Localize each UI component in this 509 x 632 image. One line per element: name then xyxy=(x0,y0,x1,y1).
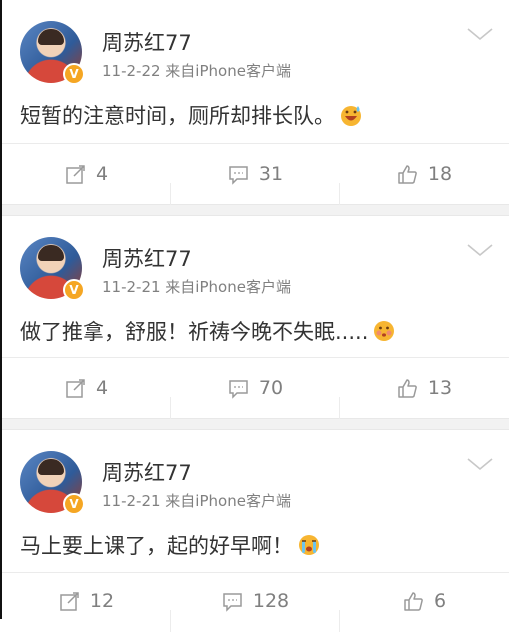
crying-emoji-icon xyxy=(299,535,319,555)
action-bar: 12 128 6 xyxy=(2,573,509,632)
thumbs-up-icon xyxy=(398,164,417,184)
like-count: 18 xyxy=(427,163,453,185)
post-text: 短暂的注意时间，厕所却排长队。 xyxy=(20,100,363,130)
post-body: V 周苏红77 11-2-22 来自iPhone客户端 短暂的注意时间，厕所却排… xyxy=(2,0,509,143)
blushing-emoji-icon xyxy=(374,321,395,341)
post-meta: 11-2-22 来自iPhone客户端 xyxy=(102,62,291,80)
author-name[interactable]: 周苏红77 xyxy=(102,243,192,273)
post-separator xyxy=(2,204,509,216)
repost-count: 4 xyxy=(95,163,109,185)
like-button[interactable]: 18 xyxy=(340,163,509,185)
like-button[interactable]: 6 xyxy=(340,590,509,612)
verified-badge-icon: V xyxy=(63,279,85,301)
comment-icon xyxy=(229,165,248,185)
verified-badge-icon: V xyxy=(63,63,85,85)
repost-button[interactable]: 12 xyxy=(2,590,171,632)
comment-icon xyxy=(223,592,242,612)
repost-button[interactable]: 4 xyxy=(2,163,171,205)
post-card[interactable]: V 周苏红77 11-2-22 来自iPhone客户端 短暂的注意时间，厕所却排… xyxy=(2,0,509,205)
post-text-content: 做了推拿，舒服！祈祷今晚不失眠..... xyxy=(20,320,369,344)
repost-icon xyxy=(66,378,85,398)
post-body: V 周苏红77 11-2-21 来自iPhone客户端 做了推拿，舒服！祈祷今晚… xyxy=(2,216,509,357)
repost-icon xyxy=(60,591,79,611)
post-body: V 周苏红77 11-2-21 来自iPhone客户端 马上要上课了，起的好早啊… xyxy=(2,430,509,572)
comment-count: 70 xyxy=(258,377,284,399)
grinning-sweat-emoji-icon xyxy=(341,106,361,126)
like-button[interactable]: 13 xyxy=(340,377,509,399)
post-text-content: 马上要上课了，起的好早啊！ xyxy=(20,534,293,558)
like-count: 13 xyxy=(427,377,453,399)
post-meta: 11-2-21 来自iPhone客户端 xyxy=(102,492,291,510)
author-name[interactable]: 周苏红77 xyxy=(102,27,192,57)
post-text: 做了推拿，舒服！祈祷今晚不失眠..... xyxy=(20,316,396,346)
repost-icon xyxy=(66,164,85,184)
comment-count: 128 xyxy=(252,590,290,612)
comment-button[interactable]: 70 xyxy=(171,377,340,419)
repost-count: 12 xyxy=(89,590,115,612)
weibo-feed: V 周苏红77 11-2-22 来自iPhone客户端 短暂的注意时间，厕所却排… xyxy=(2,0,509,632)
comment-icon xyxy=(229,379,248,399)
post-card[interactable]: V 周苏红77 11-2-21 来自iPhone客户端 马上要上课了，起的好早啊… xyxy=(2,430,509,632)
comment-button[interactable]: 31 xyxy=(171,163,340,205)
chevron-down-icon[interactable] xyxy=(465,26,495,42)
author-name[interactable]: 周苏红77 xyxy=(102,457,192,487)
post-meta: 11-2-21 来自iPhone客户端 xyxy=(102,278,291,296)
action-bar: 4 31 18 xyxy=(2,144,509,205)
chevron-down-icon[interactable] xyxy=(465,242,495,258)
post-text: 马上要上课了，起的好早啊！ xyxy=(20,530,321,560)
verified-badge-icon: V xyxy=(63,493,85,515)
comment-button[interactable]: 128 xyxy=(171,590,340,632)
chevron-down-icon[interactable] xyxy=(465,456,495,472)
comment-count: 31 xyxy=(258,163,284,185)
action-bar: 4 70 13 xyxy=(2,358,509,419)
post-separator xyxy=(2,418,509,430)
thumbs-up-icon xyxy=(398,378,417,398)
repost-count: 4 xyxy=(95,377,109,399)
repost-button[interactable]: 4 xyxy=(2,377,171,419)
post-card[interactable]: V 周苏红77 11-2-21 来自iPhone客户端 做了推拿，舒服！祈祷今晚… xyxy=(2,216,509,419)
window-edge xyxy=(0,0,2,619)
post-text-content: 短暂的注意时间，厕所却排长队。 xyxy=(20,104,335,128)
thumbs-up-icon xyxy=(404,591,423,611)
like-count: 6 xyxy=(433,590,447,612)
